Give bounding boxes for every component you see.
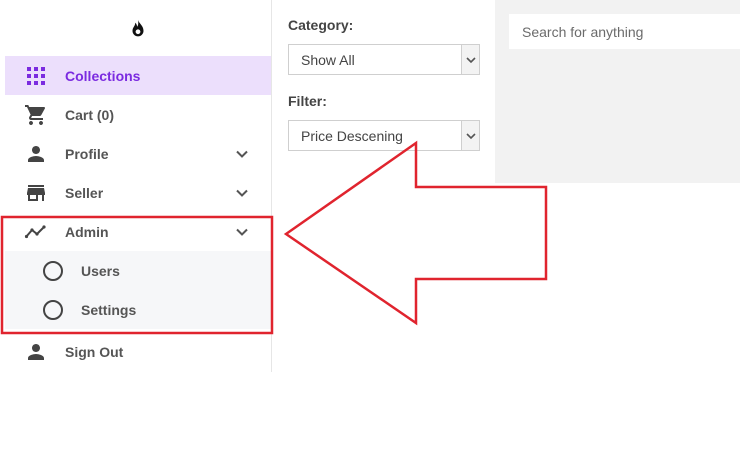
flame-logo-icon[interactable] [127,18,149,40]
category-select[interactable]: Show All [288,44,480,75]
filter-select[interactable]: Price Descening [288,120,480,151]
person-icon [24,142,48,166]
sidebar-item-sign-out[interactable]: Sign Out [5,332,271,371]
sidebar-item-label: Seller [65,185,104,201]
circle-outline-icon [43,261,63,281]
sidebar-subitem-label: Settings [81,302,137,318]
dropdown-arrow-icon[interactable] [461,121,479,150]
filter-label: Filter: [288,93,327,109]
chevron-down-icon[interactable] [230,181,254,205]
circle-outline-icon [43,300,63,320]
cart-icon [24,103,48,127]
chevron-down-icon[interactable] [230,220,254,244]
search-input[interactable] [509,14,740,49]
trending-icon [24,220,48,244]
dropdown-arrow-icon[interactable] [461,45,479,74]
sidebar-item-admin[interactable]: Admin [5,212,271,251]
filter-panel: Category: Show All Filter: Price Desceni… [272,0,495,183]
sidebar-item-collections[interactable]: Collections [5,56,271,95]
grid-icon [24,64,48,88]
sidebar-item-cart[interactable]: Cart (0) [5,95,271,134]
sidebar-item-label: Sign Out [65,344,124,360]
category-select-value: Show All [301,52,355,68]
sidebar: Collections Cart (0) Profile Seller Admi… [0,0,272,372]
sidebar-item-profile[interactable]: Profile [5,134,271,173]
sidebar-subitem-label: Users [81,263,120,279]
sidebar-subitem-settings[interactable]: Settings [5,290,271,329]
category-label: Category: [288,17,354,33]
person-icon [24,340,48,364]
sidebar-item-label: Admin [65,224,109,240]
sidebar-subitem-users[interactable]: Users [5,251,271,290]
sidebar-item-label: Collections [65,68,141,84]
store-icon [24,181,48,205]
filter-select-value: Price Descening [301,128,403,144]
sidebar-item-seller[interactable]: Seller [5,173,271,212]
search-area [495,0,740,183]
sidebar-item-label: Profile [65,146,109,162]
sidebar-item-label: Cart (0) [65,107,115,123]
admin-submenu: Users Settings [5,251,271,329]
chevron-down-icon[interactable] [230,142,254,166]
